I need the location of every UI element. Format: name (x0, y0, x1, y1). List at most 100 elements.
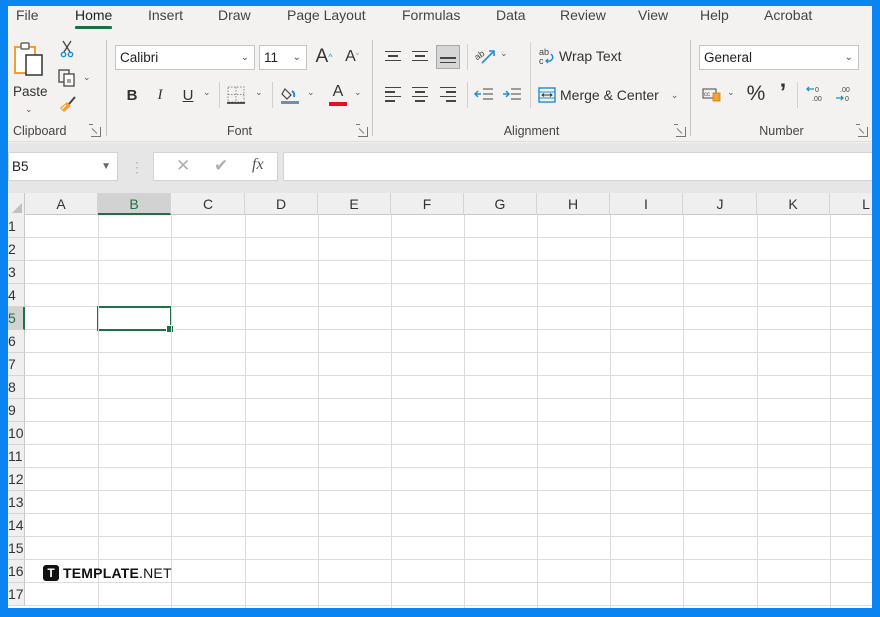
tab-page-layout[interactable]: Page Layout (287, 6, 366, 24)
copy-button[interactable] (56, 68, 78, 88)
font-dialog-launcher-icon[interactable] (356, 124, 368, 137)
copy-dropdown-chevron-icon[interactable]: ⌄ (83, 72, 91, 83)
orientation-dropdown-chevron-icon[interactable]: ⌄ (500, 48, 508, 59)
name-box[interactable]: B5 ▼ (8, 152, 118, 181)
font-name-dropdown[interactable]: Calibri ⌄ (115, 45, 255, 70)
tab-view[interactable]: View (638, 6, 668, 24)
select-all-button[interactable] (8, 193, 25, 215)
row-header-3[interactable]: 3 (8, 261, 25, 284)
font-color-dropdown-chevron-icon[interactable]: ⌄ (354, 87, 362, 98)
table-row[interactable] (25, 330, 872, 353)
align-right-button[interactable] (438, 84, 458, 104)
percent-style-button[interactable]: % (745, 82, 767, 106)
increase-indent-button[interactable] (501, 84, 523, 104)
paste-label[interactable]: Paste (13, 84, 48, 99)
row-header-5[interactable]: 5 (8, 307, 25, 330)
column-header-l[interactable]: L (830, 193, 872, 215)
column-header-a[interactable]: A (25, 193, 98, 215)
row-header-1[interactable]: 1 (8, 215, 25, 238)
merge-center-button[interactable]: Merge & Center ⌄ (538, 83, 688, 107)
tab-help[interactable]: Help (700, 6, 729, 24)
grow-font-button[interactable]: A ^ (313, 46, 335, 68)
enter-icon[interactable]: ✔ (214, 156, 228, 176)
wrap-text-button[interactable]: ab c Wrap Text (538, 45, 628, 67)
spreadsheet-grid[interactable]: ABCDEFGHIJKL 1 2 3 4 5 6 7 8 9 10 11 12 13 14 15 16 17 (8, 193, 872, 608)
accounting-dropdown-chevron-icon[interactable]: ⌄ (727, 87, 735, 98)
tab-review[interactable]: Review (560, 6, 606, 24)
align-left-button[interactable] (383, 84, 403, 104)
row-header-15[interactable]: 15 (8, 537, 25, 560)
comma-style-button[interactable]: ’ (775, 79, 791, 106)
underline-dropdown-chevron-icon[interactable]: ⌄ (203, 87, 211, 98)
shrink-font-button[interactable]: Aˇ (341, 46, 363, 68)
format-painter-button[interactable] (58, 94, 78, 114)
cut-button[interactable] (58, 40, 76, 58)
accounting-format-button[interactable]: cc (701, 84, 723, 104)
increase-decimal-button[interactable]: 0 .00 (804, 82, 826, 106)
row-header-4[interactable]: 4 (8, 284, 25, 307)
formula-bar-resize-handle[interactable]: · · · (135, 156, 139, 178)
row-header-2[interactable]: 2 (8, 238, 25, 261)
table-row[interactable] (25, 215, 872, 238)
table-row[interactable] (25, 399, 872, 422)
number-format-dropdown[interactable]: General ⌄ (699, 45, 859, 70)
table-row[interactable] (25, 491, 872, 514)
row-header-9[interactable]: 9 (8, 399, 25, 422)
column-header-b[interactable]: B (98, 193, 171, 215)
orientation-button[interactable]: ab (473, 44, 497, 68)
table-row[interactable] (25, 238, 872, 261)
alignment-dialog-launcher-icon[interactable] (674, 124, 686, 137)
tab-insert[interactable]: Insert (148, 6, 183, 24)
row-header-6[interactable]: 6 (8, 330, 25, 353)
borders-dropdown-chevron-icon[interactable]: ⌄ (255, 87, 263, 98)
decrease-decimal-button[interactable]: .00 0 (832, 82, 854, 106)
row-header-17[interactable]: 17 (8, 583, 25, 606)
cancel-icon[interactable]: ✕ (176, 156, 190, 176)
table-row[interactable] (25, 583, 872, 606)
font-color-button[interactable]: A (327, 82, 349, 108)
table-row[interactable] (25, 284, 872, 307)
table-row[interactable] (25, 422, 872, 445)
table-row[interactable] (25, 307, 872, 330)
clipboard-dialog-launcher-icon[interactable] (89, 124, 101, 137)
row-header-12[interactable]: 12 (8, 468, 25, 491)
column-header-c[interactable]: C (172, 193, 245, 215)
column-header-g[interactable]: G (464, 193, 537, 215)
table-row[interactable] (25, 376, 872, 399)
tab-formulas[interactable]: Formulas (402, 6, 460, 24)
table-row[interactable] (25, 537, 872, 560)
row-header-13[interactable]: 13 (8, 491, 25, 514)
tab-acrobat[interactable]: Acrobat (764, 6, 812, 24)
underline-button[interactable]: U (179, 84, 197, 106)
column-header-j[interactable]: J (684, 193, 757, 215)
row-header-11[interactable]: 11 (8, 445, 25, 468)
column-header-i[interactable]: I (610, 193, 683, 215)
bold-button[interactable]: B (123, 84, 141, 106)
column-header-e[interactable]: E (318, 193, 391, 215)
merge-center-dropdown-chevron-icon[interactable]: ⌄ (671, 90, 679, 101)
tab-draw[interactable]: Draw (218, 6, 251, 24)
borders-button[interactable] (225, 84, 247, 106)
table-row[interactable] (25, 560, 872, 583)
row-header-7[interactable]: 7 (8, 353, 25, 376)
table-row[interactable] (25, 353, 872, 376)
tab-home[interactable]: Home (75, 6, 113, 29)
top-align-button[interactable] (383, 46, 403, 66)
table-row[interactable] (25, 468, 872, 491)
row-header-14[interactable]: 14 (8, 514, 25, 537)
italic-button[interactable]: I (151, 84, 169, 106)
name-box-dropdown-icon[interactable]: ▼ (101, 153, 111, 180)
column-header-h[interactable]: H (537, 193, 610, 215)
insert-function-icon[interactable]: fx (252, 156, 264, 174)
column-header-k[interactable]: K (757, 193, 830, 215)
formula-input[interactable] (283, 152, 872, 181)
row-header-10[interactable]: 10 (8, 422, 25, 445)
table-row[interactable] (25, 445, 872, 468)
paste-button[interactable] (12, 40, 48, 80)
fill-color-dropdown-chevron-icon[interactable]: ⌄ (307, 87, 315, 98)
row-header-16[interactable]: 16 (8, 560, 25, 583)
fill-color-button[interactable] (279, 84, 301, 106)
bottom-align-button[interactable] (436, 45, 460, 69)
paste-dropdown-chevron-icon[interactable]: ⌄ (25, 104, 33, 115)
align-center-button[interactable] (410, 84, 430, 104)
